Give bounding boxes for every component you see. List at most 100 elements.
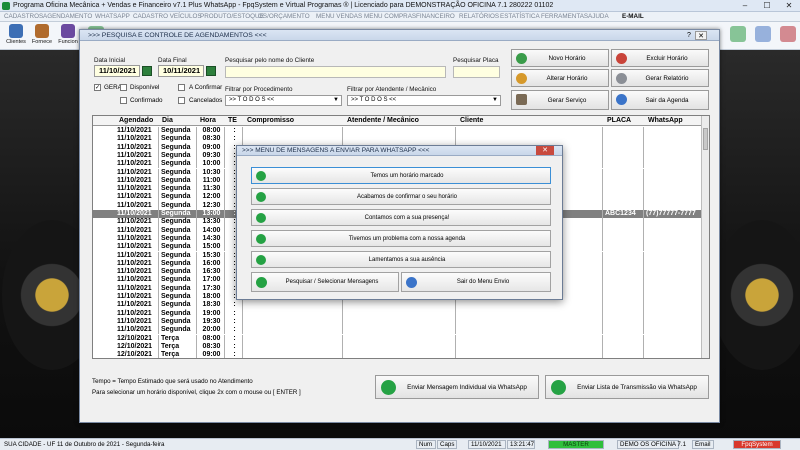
menu-cadastros[interactable]: CADASTROS bbox=[4, 13, 43, 20]
fornece-button[interactable]: Fornece bbox=[30, 23, 54, 49]
message-button-ausencia[interactable]: Lamentamos a sua ausência bbox=[251, 251, 551, 268]
whatsapp-cell bbox=[644, 251, 703, 260]
menu-email[interactable]: E-MAIL bbox=[622, 13, 644, 20]
message-button-problema-agenda[interactable]: Tivemos um problema com a nossa agenda bbox=[251, 230, 551, 247]
toolbar-icon[interactable] bbox=[730, 26, 746, 42]
help-button[interactable]: ? bbox=[684, 31, 694, 40]
data-inicial-input[interactable]: 11/10/2021 bbox=[94, 65, 140, 77]
excluir-horario-button[interactable]: Excluir Horário bbox=[611, 49, 709, 67]
table-row[interactable]: 11/10/2021 Segunda 18:30: bbox=[93, 301, 703, 310]
data-final-input[interactable]: 10/11/2021 bbox=[158, 65, 204, 77]
placa-cell bbox=[603, 127, 644, 136]
column-header: Hora bbox=[200, 117, 216, 124]
table-row[interactable]: 11/10/2021 Segunda 19:30: bbox=[93, 317, 703, 327]
menu-estatistica[interactable]: ESTATÍSTICA bbox=[500, 13, 540, 20]
brand-logo: FpqSystem bbox=[733, 440, 781, 449]
cliente-cell bbox=[456, 301, 603, 310]
menu-ferramentas[interactable]: FERRAMENTAS bbox=[541, 13, 588, 20]
license-label: DEMO OS OFICINA 7.1 bbox=[617, 440, 686, 449]
calendar-icon[interactable] bbox=[142, 66, 152, 76]
toolbar-icon[interactable] bbox=[755, 26, 771, 42]
whatsapp-message-dialog: >>> MENU DE MENSAGENS A ENVIAR PARA WHAT… bbox=[236, 145, 563, 300]
check-geral[interactable]: ✓ bbox=[94, 84, 101, 91]
sair-agenda-button[interactable]: Sair da Agenda bbox=[611, 90, 709, 110]
menu-vendas[interactable]: MENU VENDAS bbox=[316, 13, 362, 20]
menu-os-orcamento[interactable]: OS/ORÇAMENTO bbox=[258, 13, 310, 20]
tempo-note: Tempo = Tempo Estimado que será usado no… bbox=[92, 378, 253, 385]
enviar-lista-transmissao-button[interactable]: Enviar Lista de Transmissão via WhatsApp bbox=[545, 375, 709, 399]
cliente-cell bbox=[456, 135, 603, 144]
whatsapp-cell bbox=[644, 342, 703, 352]
column-header: TE bbox=[228, 117, 237, 124]
minimize-button[interactable]: – bbox=[734, 0, 756, 12]
check-a-confirmar[interactable] bbox=[178, 84, 185, 91]
day-cell: Segunda bbox=[159, 276, 197, 285]
menu-whatsapp[interactable]: WHATSAPP bbox=[95, 13, 130, 20]
time-cell: 09:30 bbox=[197, 151, 225, 161]
filtrar-procedimento-select[interactable]: >> T O D O S << ▼ bbox=[225, 95, 342, 106]
message-button-confirmar-horario[interactable]: Acabamos de confirmar o seu horário bbox=[251, 188, 551, 205]
menu-produto-estoque[interactable]: PRODUTO/ESTOQUE bbox=[200, 13, 264, 20]
day-cell: Segunda bbox=[159, 284, 197, 293]
menu-financeiro[interactable]: FINANCEIRO bbox=[416, 13, 455, 20]
maximize-button[interactable]: ☐ bbox=[756, 0, 778, 12]
clientes-button[interactable]: Clientes bbox=[4, 23, 28, 49]
gerar-relatorio-button[interactable]: Gerar Relatório bbox=[611, 69, 709, 87]
whatsapp-cell bbox=[644, 317, 703, 327]
menu-relatorios[interactable]: RELATÓRIOS bbox=[459, 13, 499, 20]
check-disponivel[interactable] bbox=[120, 84, 127, 91]
alterar-horario-button[interactable]: Alterar Horário bbox=[511, 69, 609, 87]
close-window-button[interactable]: ✕ bbox=[778, 0, 800, 12]
novo-horario-button[interactable]: Novo Horário bbox=[511, 49, 609, 67]
menu-cadastro-veiculos[interactable]: CADASTRO VEÍCULOS bbox=[133, 13, 202, 20]
placa-cell bbox=[603, 185, 644, 194]
day-cell: Segunda bbox=[159, 226, 197, 235]
table-row[interactable]: 12/10/2021 Terça 08:00: bbox=[93, 334, 703, 343]
pesquisar-cliente-input[interactable] bbox=[225, 66, 446, 78]
close-dialog-button[interactable]: ✕ bbox=[536, 146, 554, 155]
email-status[interactable]: Email bbox=[692, 440, 714, 449]
table-row[interactable]: 12/10/2021 Terça 09:00: bbox=[93, 351, 703, 358]
placa-cell bbox=[603, 218, 644, 227]
status-time: 13:21:47 bbox=[507, 440, 535, 449]
pesquisar-placa-input[interactable] bbox=[453, 66, 500, 78]
enviar-mensagem-individual-button[interactable]: Enviar Mensagem Individual via WhatsApp bbox=[375, 375, 539, 399]
message-label: Contamos com a sua presença! bbox=[364, 215, 450, 221]
funcion-button[interactable]: Funcion bbox=[56, 23, 80, 49]
menu-agendamento[interactable]: AGENDAMENTO bbox=[43, 13, 92, 20]
placa-cell bbox=[603, 259, 644, 269]
table-row[interactable]: 11/10/2021 Segunda 08:30: bbox=[93, 135, 703, 144]
message-button-presenca[interactable]: Contamos com a sua presença! bbox=[251, 209, 551, 226]
table-row[interactable]: 11/10/2021 Segunda 19:00: bbox=[93, 309, 703, 318]
calendar-icon[interactable] bbox=[206, 66, 216, 76]
menu-ajuda[interactable]: AJUDA bbox=[588, 13, 609, 20]
table-row[interactable]: 12/10/2021 Terça 08:30: bbox=[93, 342, 703, 352]
filtrar-atendente-select[interactable]: >> T O D O S << ▼ bbox=[347, 95, 501, 106]
whatsapp-cell bbox=[644, 293, 703, 302]
title-bar: Programa Oficina Mecânica + Vendas e Fin… bbox=[0, 0, 800, 12]
date-cell: 12/10/2021 bbox=[115, 334, 159, 343]
table-row[interactable]: 11/10/2021 Segunda 20:00: bbox=[93, 326, 703, 335]
close-agenda-button[interactable]: ✕ bbox=[695, 31, 707, 40]
placa-cell bbox=[603, 268, 644, 277]
date-cell: 11/10/2021 bbox=[115, 268, 159, 277]
message-button-horario-marcado[interactable]: Temos um horário marcado bbox=[251, 167, 551, 184]
menu-compras[interactable]: MENU COMPRAS bbox=[364, 13, 416, 20]
date-cell: 11/10/2021 bbox=[115, 284, 159, 293]
date-cell: 11/10/2021 bbox=[115, 168, 159, 177]
power-icon[interactable] bbox=[780, 26, 796, 42]
pesquisar-mensagens-button[interactable]: Pesquisar / Selecionar Mensagens bbox=[251, 272, 399, 292]
sair-menu-envio-button[interactable]: Sair do Menu Envio bbox=[401, 272, 551, 292]
scrollbar-thumb[interactable] bbox=[703, 128, 708, 150]
vertical-scrollbar[interactable] bbox=[701, 116, 709, 358]
message-label: Acabamos de confirmar o seu horário bbox=[356, 194, 458, 200]
novo-horario-label: Novo Horário bbox=[548, 55, 586, 62]
check-cancelados[interactable] bbox=[178, 97, 185, 104]
placa-cell bbox=[603, 160, 644, 169]
gerar-servico-button[interactable]: Gerar Serviço bbox=[511, 90, 609, 110]
check-confirmado[interactable] bbox=[120, 97, 127, 104]
check-a-confirmar-label: A Confirmar bbox=[189, 84, 223, 91]
column-header: PLACA bbox=[607, 117, 632, 124]
time-cell: 17:00 bbox=[197, 276, 225, 285]
table-row[interactable]: 11/10/2021 Segunda 08:00: bbox=[93, 127, 703, 136]
